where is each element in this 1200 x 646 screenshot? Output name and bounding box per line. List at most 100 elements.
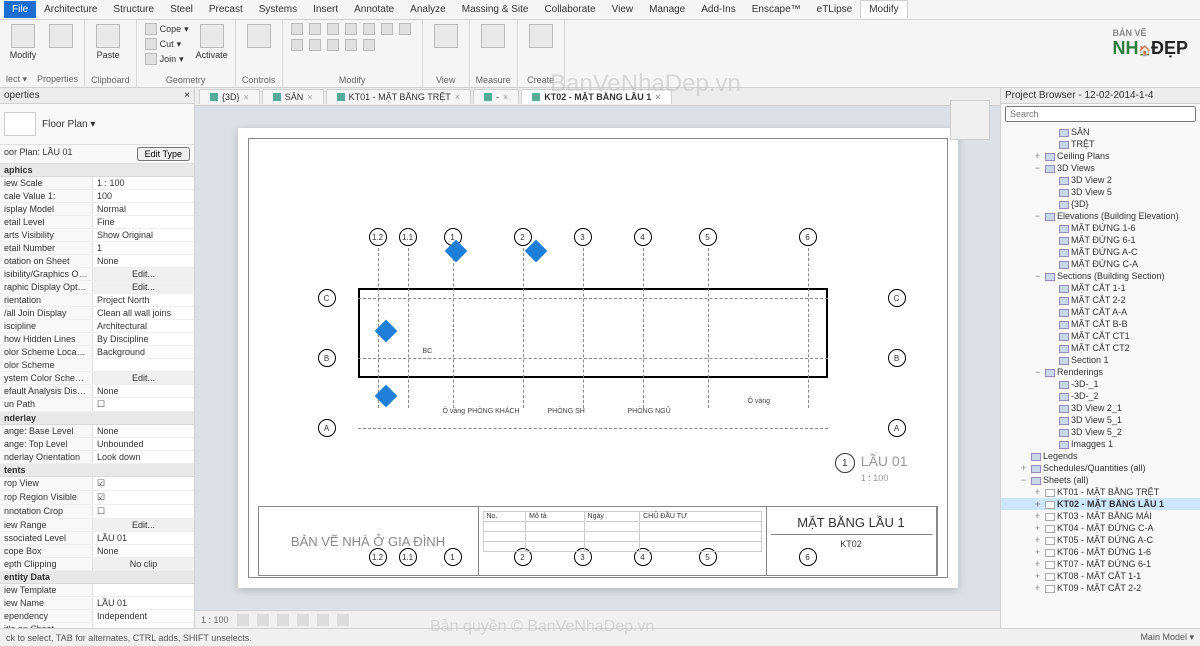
activate-button[interactable]: Activate [195,22,229,70]
tree-node[interactable]: +KT09 - MẶT CẮT 2-2 [1001,582,1200,594]
join-button[interactable]: Join ▾ [143,52,191,66]
prop-value[interactable]: 100 [92,190,194,202]
tree-node[interactable]: +KT02 - MẶT BẰNG LẦU 1 [1001,498,1200,510]
prop-value[interactable] [92,623,194,628]
view-tool[interactable] [429,22,463,70]
tree-node[interactable]: 3D View 2_1 [1001,402,1200,414]
prop-value[interactable]: By Discipline [92,333,194,345]
tree-node[interactable]: Section 1 [1001,354,1200,366]
prop-value[interactable]: LẦU 01 [92,532,194,544]
tree-node[interactable]: -3D-_2 [1001,390,1200,402]
cut-button[interactable]: Cut ▾ [143,37,191,51]
sun-path-icon[interactable] [277,614,289,626]
close-icon[interactable]: × [455,92,460,102]
ribbon-tab-insert[interactable]: Insert [305,1,346,18]
modify-tool[interactable] [307,38,323,52]
tree-node[interactable]: TRỆT [1001,138,1200,150]
create-tool[interactable] [524,22,558,70]
prop-value[interactable]: 1 [92,242,194,254]
tree-node[interactable]: 3D View 5 [1001,186,1200,198]
tree-node[interactable]: +KT07 - MẶT ĐỨNG 6-1 [1001,558,1200,570]
tree-node[interactable]: -3D-_1 [1001,378,1200,390]
prop-value[interactable]: None [92,255,194,267]
prop-value[interactable]: Edit... [92,281,194,293]
cope-button[interactable]: Cope ▾ [143,22,191,36]
prop-value[interactable]: Independent [92,610,194,622]
tree-node[interactable]: +KT01 - MẶT BẰNG TRỆT [1001,486,1200,498]
modify-tool[interactable] [379,22,395,36]
tree-node[interactable]: 3D View 5_1 [1001,414,1200,426]
modify-tool[interactable] [325,22,341,36]
tree-node[interactable]: −Elevations (Building Elevation) [1001,210,1200,222]
prop-value[interactable]: Project North [92,294,194,306]
modify-tool[interactable] [307,22,323,36]
paste-button[interactable]: Paste [91,22,125,70]
tree-node[interactable]: MẶT CẮT A-A [1001,306,1200,318]
modify-tool[interactable] [325,38,341,52]
tree-node[interactable]: −3D Views [1001,162,1200,174]
prop-value[interactable]: LẦU 01 [92,597,194,609]
tree-node[interactable]: MẶT ĐỨNG A-C [1001,246,1200,258]
prop-value[interactable]: Look down [92,451,194,463]
prop-value[interactable] [92,359,194,371]
prop-value[interactable]: None [92,385,194,397]
tree-node[interactable]: MẶT CẮT CT1 [1001,330,1200,342]
crop-region-icon[interactable] [337,614,349,626]
close-icon[interactable]: × [184,90,190,101]
prop-value[interactable]: Unbounded [92,438,194,450]
prop-group[interactable]: aphics [0,164,194,177]
prop-value[interactable]: Clean all wall joins [92,307,194,319]
tree-node[interactable]: 3D View 5_2 [1001,426,1200,438]
tree-node[interactable]: +KT06 - MẶT ĐỨNG 1-6 [1001,546,1200,558]
tree-node[interactable]: MẶT CẮT B-B [1001,318,1200,330]
prop-group[interactable]: tents [0,464,194,477]
prop-group[interactable]: nderlay [0,412,194,425]
shadows-icon[interactable] [297,614,309,626]
view-tab[interactable]: {3D}× [199,89,260,104]
view-tab[interactable]: -× [473,89,519,104]
view-cube[interactable] [950,100,990,140]
view-tab[interactable]: KT01 - MẶT BẰNG TRỆT× [326,89,471,104]
tree-node[interactable]: 3D View 2 [1001,174,1200,186]
ribbon-tab-analyze[interactable]: Analyze [402,1,454,18]
prop-value[interactable]: Edit... [92,519,194,531]
ribbon-tab-systems[interactable]: Systems [251,1,305,18]
browser-search-input[interactable] [1005,106,1196,122]
ribbon-tab-manage[interactable]: Manage [641,1,693,18]
tree-node[interactable]: MẶT ĐỨNG 6-1 [1001,234,1200,246]
prop-value[interactable]: Edit... [92,268,194,280]
tree-node[interactable]: −Sheets (all) [1001,474,1200,486]
ribbon-tab-precast[interactable]: Precast [201,1,251,18]
main-model-selector[interactable]: Main Model [1140,632,1187,642]
type-selector[interactable]: Floor Plan ▾ [42,119,95,130]
ribbon-tab-enscape-[interactable]: Enscape™ [744,1,809,18]
modify-tool[interactable] [361,22,377,36]
ribbon-tab-steel[interactable]: Steel [162,1,201,18]
prop-value[interactable]: Edit... [92,372,194,384]
tree-node[interactable]: +KT05 - MẶT ĐỨNG A-C [1001,534,1200,546]
prop-value[interactable] [92,584,194,596]
modify-tool[interactable] [397,22,413,36]
tree-node[interactable]: MẶT CẮT 2-2 [1001,294,1200,306]
prop-value[interactable]: ☐ [92,398,194,411]
ribbon-tab-structure[interactable]: Structure [105,1,162,18]
view-tab[interactable]: KT02 - MẶT BẰNG LẦU 1× [521,89,671,104]
visual-style-icon[interactable] [257,614,269,626]
ribbon-tab-annotate[interactable]: Annotate [346,1,402,18]
prop-group[interactable]: entity Data [0,571,194,584]
tree-node[interactable]: +Schedules/Quantities (all) [1001,462,1200,474]
prop-value[interactable]: ☐ [92,505,194,518]
ribbon-tab-add-ins[interactable]: Add-Ins [693,1,743,18]
prop-value[interactable]: No clip [92,558,194,570]
modify-button[interactable]: Modify [6,22,40,70]
close-icon[interactable]: × [244,92,249,102]
modify-tool[interactable] [343,22,359,36]
prop-value[interactable]: Architectural [92,320,194,332]
tree-node[interactable]: MẶT ĐỨNG C-A [1001,258,1200,270]
tree-node[interactable]: {3D} [1001,198,1200,210]
ribbon-tab-modify[interactable]: Modify [860,0,907,18]
tree-node[interactable]: +KT03 - MẶT BẰNG MÁI [1001,510,1200,522]
detail-level-icon[interactable] [237,614,249,626]
prop-value[interactable]: ☑ [92,491,194,504]
ribbon-tab-etlipse[interactable]: eTLipse [809,1,861,18]
